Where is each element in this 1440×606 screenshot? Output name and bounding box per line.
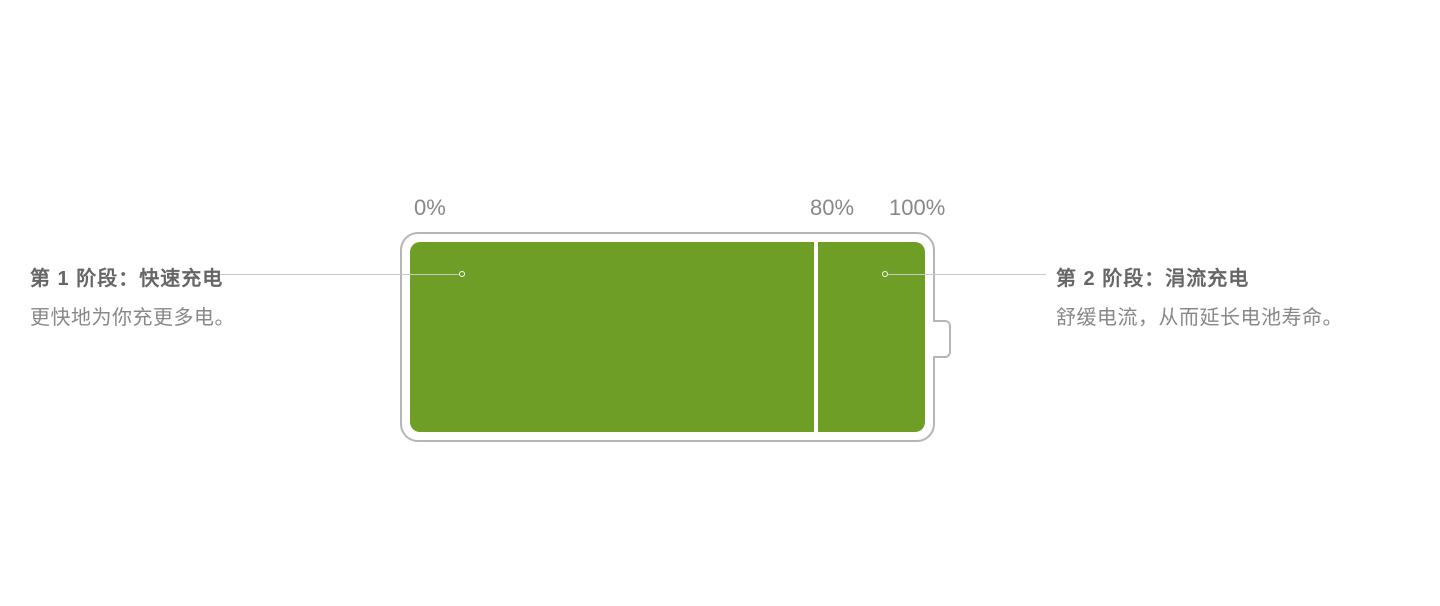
stage-1-callout: 第 1 阶段：快速充电 更快地为你充更多电。 (30, 262, 360, 330)
battery-tick-80: 80% (810, 195, 854, 221)
battery-tick-100: 100% (889, 195, 945, 221)
stage-1-desc: 更快地为你充更多电。 (30, 301, 360, 330)
battery-fill-fast (410, 242, 814, 432)
stage-2-title: 第 2 阶段：涓流充电 (1056, 262, 1396, 291)
stage-2-callout: 第 2 阶段：涓流充电 舒缓电流，从而延长电池寿命。 (1056, 262, 1396, 330)
battery-tip (933, 320, 951, 358)
callout-dot-left (459, 271, 465, 277)
battery-tick-0: 0% (414, 195, 446, 221)
battery-diagram (400, 232, 950, 442)
callout-dot-right (882, 271, 888, 277)
stage-1-title: 第 1 阶段：快速充电 (30, 262, 360, 291)
stage-2-desc: 舒缓电流，从而延长电池寿命。 (1056, 301, 1396, 330)
battery-fill-trickle (818, 242, 925, 432)
callout-leader-right (888, 274, 1046, 275)
